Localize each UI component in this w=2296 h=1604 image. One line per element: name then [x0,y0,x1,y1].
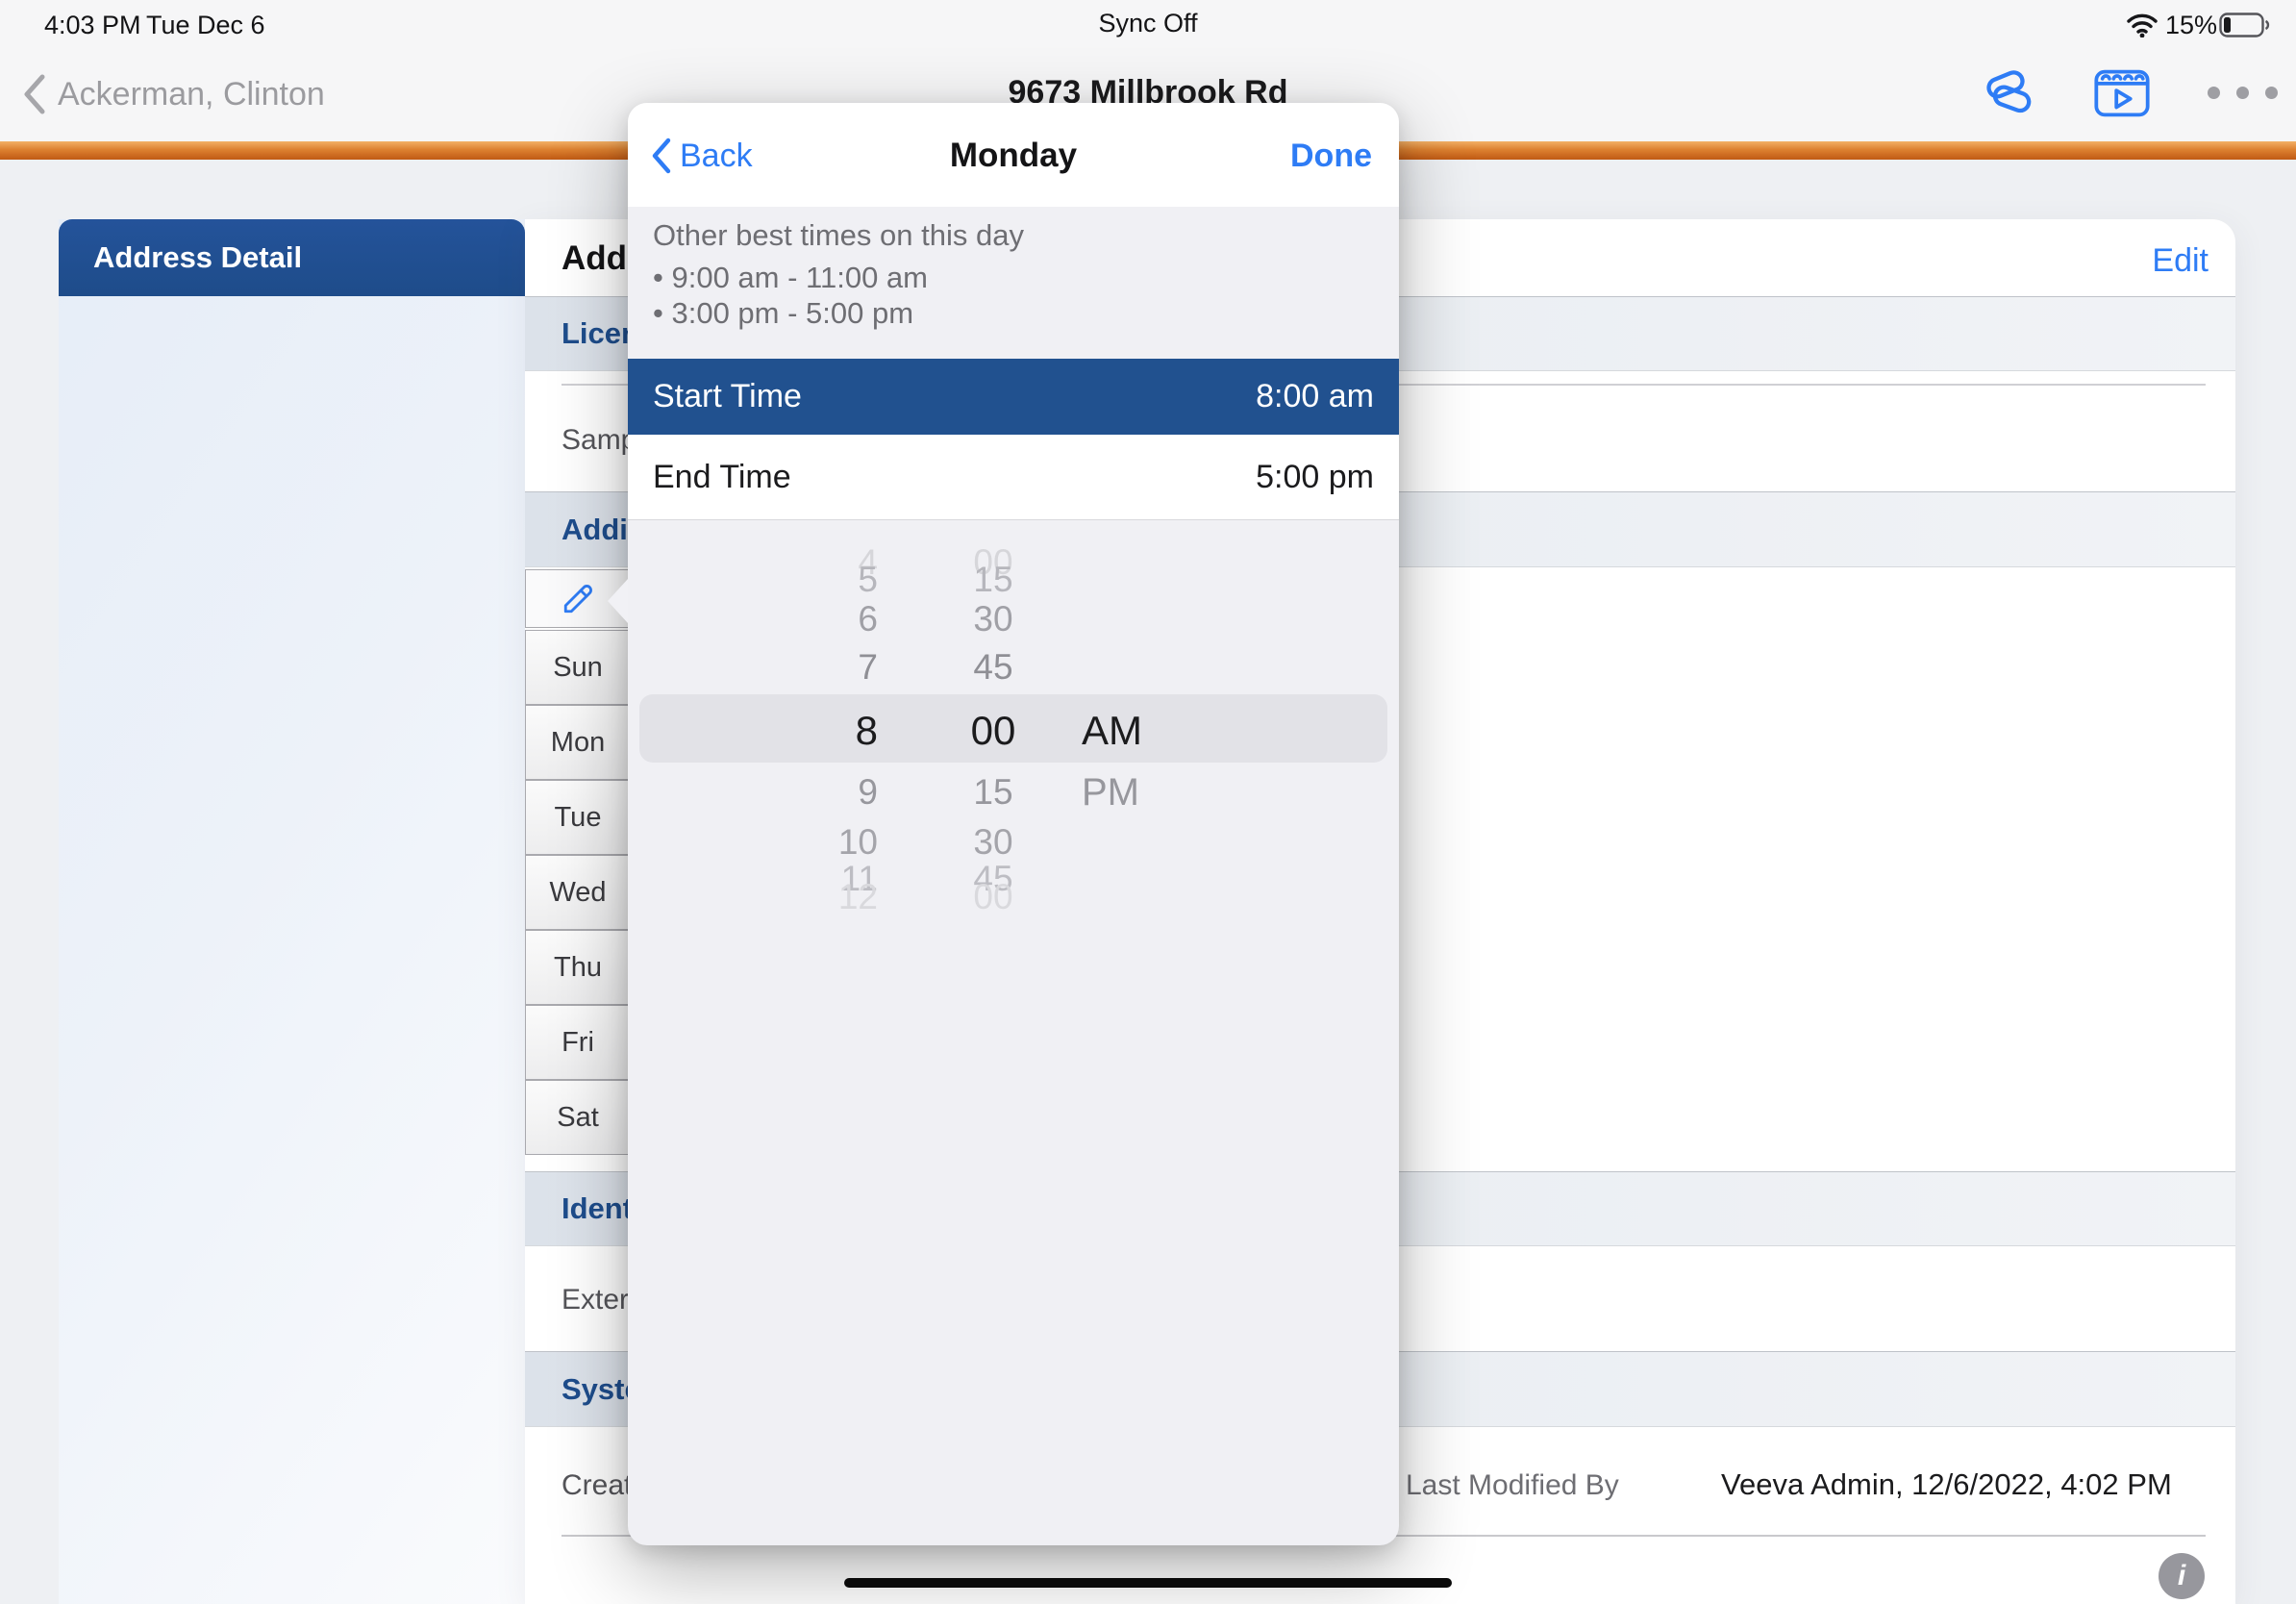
screen: 4:03 PM Tue Dec 6 Sync Off 15% Ackerman,… [0,0,2296,1604]
day-button-sun[interactable]: Sun [525,630,631,705]
day-button-fri[interactable]: Fri [525,1005,631,1080]
start-time-value: 8:00 am [1256,359,1374,435]
done-button[interactable]: Done [1290,135,1372,177]
best-times-popover: Back Monday Done Other best times on thi… [628,103,1399,1545]
wifi-icon [2127,13,2158,38]
best-time-item: • 9:00 am - 11:00 am [653,259,928,297]
edit-button[interactable]: Edit [2152,240,2209,281]
best-time-item: • 3:00 pm - 5:00 pm [653,294,913,333]
day-button-mon[interactable]: Mon [525,705,631,780]
day-button-sat[interactable]: Sat [525,1080,631,1155]
period-wheel[interactable]: AM PM [1070,526,1282,930]
day-button-wed[interactable]: Wed [525,855,631,930]
selected-hour: 8 [657,702,878,760]
battery-percent: 15% [2165,10,2217,40]
battery-icon [2219,13,2271,38]
popover-arrow [608,579,628,623]
media-icon[interactable] [2094,69,2150,117]
day-button-tue[interactable]: Tue [525,780,631,855]
content-heading: Add [562,237,627,281]
field-value-last-modified: Veeva Admin, 12/6/2022, 4:02 PM [1721,1467,2172,1502]
ellipsis-icon[interactable] [2208,87,2278,99]
handshake-icon[interactable] [1977,67,2040,119]
pencil-icon [561,582,595,616]
field-label-last-modified: Last Modified By [1406,1468,1619,1503]
sidebar [59,219,525,1604]
end-time-value: 5:00 pm [1256,435,1374,519]
hour-wheel[interactable]: 4 5 6 7 8 9 10 11 12 [657,526,878,930]
sync-status: Sync Off [0,8,2296,38]
selected-minute: 00 [897,702,1089,760]
best-times-heading: Other best times on this day [653,216,1024,255]
time-picker: 4 5 6 7 8 9 10 11 12 00 15 30 45 00 15 3… [628,526,1399,930]
popover-header: Back Monday Done [628,103,1399,207]
selected-period: AM [1082,702,1293,760]
home-indicator[interactable] [844,1578,1452,1588]
field-label-external: Exterr [562,1283,638,1317]
end-time-row[interactable]: End Time 5:00 pm [628,435,1399,520]
minute-wheel[interactable]: 00 15 30 45 00 15 30 45 00 [897,526,1089,930]
sidebar-tab-address-detail[interactable]: Address Detail [59,219,525,296]
popover-title: Monday [628,135,1399,177]
start-time-row[interactable]: Start Time 8:00 am [628,359,1399,435]
info-icon[interactable]: i [2159,1553,2205,1599]
day-button-thu[interactable]: Thu [525,930,631,1005]
